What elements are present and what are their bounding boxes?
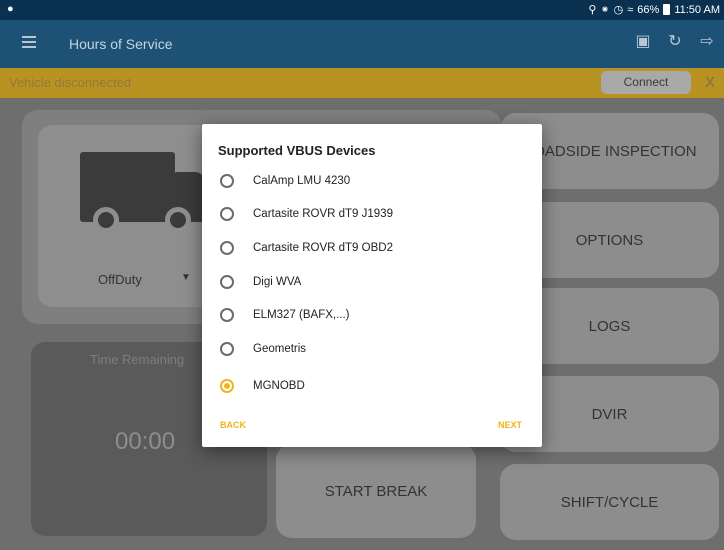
dialog-title: Supported VBUS Devices xyxy=(218,143,376,158)
status-bar: ● ⚲ ⁕ ◷ ≈ 66% 11:50 AM xyxy=(0,0,724,20)
back-button[interactable]: BACK xyxy=(220,420,246,430)
device-option[interactable]: CalAmp LMU 4230 xyxy=(220,171,350,191)
refresh-icon[interactable]: ↻ xyxy=(666,33,684,51)
device-option-selected[interactable]: MGNOBD xyxy=(220,376,305,396)
app-bar: Hours of Service ▣ ↻ ⇨ xyxy=(0,20,724,68)
radio-button-selected[interactable] xyxy=(220,379,234,393)
shift-cycle-label: SHIFT/CYCLE xyxy=(560,493,659,511)
bluetooth-icon: ⁕ xyxy=(600,4,610,16)
truck-wheel-icon xyxy=(165,207,191,233)
device-option[interactable]: Geometris xyxy=(220,339,306,359)
radio-button[interactable] xyxy=(220,174,234,188)
time-remaining-label: Time Remaining xyxy=(90,352,185,367)
radio-button[interactable] xyxy=(220,275,234,289)
device-option-label: MGNOBD xyxy=(253,380,305,392)
dvir-label: DVIR xyxy=(591,405,628,423)
battery-percent: 66% xyxy=(637,3,660,16)
page-title: Hours of Service xyxy=(69,36,173,52)
logout-icon[interactable]: ⇨ xyxy=(698,33,716,51)
hamburger-menu-icon[interactable] xyxy=(22,36,36,48)
truck-wheel-icon xyxy=(93,207,119,233)
notification-icon: ● xyxy=(7,3,14,15)
wifi-icon: ≈ xyxy=(627,3,634,16)
radio-button[interactable] xyxy=(220,207,234,221)
device-option[interactable]: ELM327 (BAFX,...) xyxy=(220,305,350,325)
radio-button[interactable] xyxy=(220,308,234,322)
location-icon: ⚲ xyxy=(588,4,597,16)
vbus-devices-dialog: Supported VBUS Devices CalAmp LMU 4230 C… xyxy=(202,124,542,447)
device-option[interactable]: Cartasite ROVR dT9 J1939 xyxy=(220,204,393,224)
app-bar-actions: ▣ ↻ ⇨ xyxy=(634,33,716,51)
device-option-label: Digi WVA xyxy=(253,276,302,288)
start-break-label: START BREAK xyxy=(324,482,428,500)
device-option[interactable]: Digi WVA xyxy=(220,272,301,292)
close-banner-button[interactable]: X xyxy=(705,74,715,91)
device-option-label: CalAmp LMU 4230 xyxy=(253,175,351,187)
logs-label: LOGS xyxy=(588,317,631,335)
time-remaining-value: 00:00 xyxy=(115,428,176,455)
banner-text: Vehicle disconnected xyxy=(9,75,132,90)
monitor-icon[interactable]: ▣ xyxy=(634,33,652,51)
connect-button[interactable]: Connect xyxy=(601,71,691,94)
options-label: OPTIONS xyxy=(575,231,644,249)
next-button[interactable]: NEXT xyxy=(498,420,522,430)
start-break-button[interactable]: START BREAK xyxy=(276,444,476,538)
disconnected-banner: Vehicle disconnected Connect X xyxy=(0,68,724,98)
radio-button[interactable] xyxy=(220,342,234,356)
device-option-label: Cartasite ROVR dT9 OBD2 xyxy=(253,242,393,254)
status-bar-right: ⚲ ⁕ ◷ ≈ 66% 11:50 AM xyxy=(588,3,720,17)
battery-icon xyxy=(663,4,671,15)
duty-status-label: OffDuty xyxy=(98,272,142,287)
shift-cycle-button[interactable]: SHIFT/CYCLE xyxy=(500,464,719,540)
device-option[interactable]: Cartasite ROVR dT9 OBD2 xyxy=(220,238,393,258)
alarm-icon: ◷ xyxy=(613,4,624,16)
device-option-label: Geometris xyxy=(253,343,307,355)
truck-icon xyxy=(80,152,175,222)
radio-button[interactable] xyxy=(220,241,234,255)
clock: 11:50 AM xyxy=(674,3,720,16)
device-option-label: Cartasite ROVR dT9 J1939 xyxy=(253,208,393,220)
roadside-inspection-label: ROADSIDE INSPECTION xyxy=(522,142,697,160)
device-option-label: ELM327 (BAFX,...) xyxy=(253,309,350,321)
chevron-down-icon[interactable]: ▼ xyxy=(181,272,191,283)
